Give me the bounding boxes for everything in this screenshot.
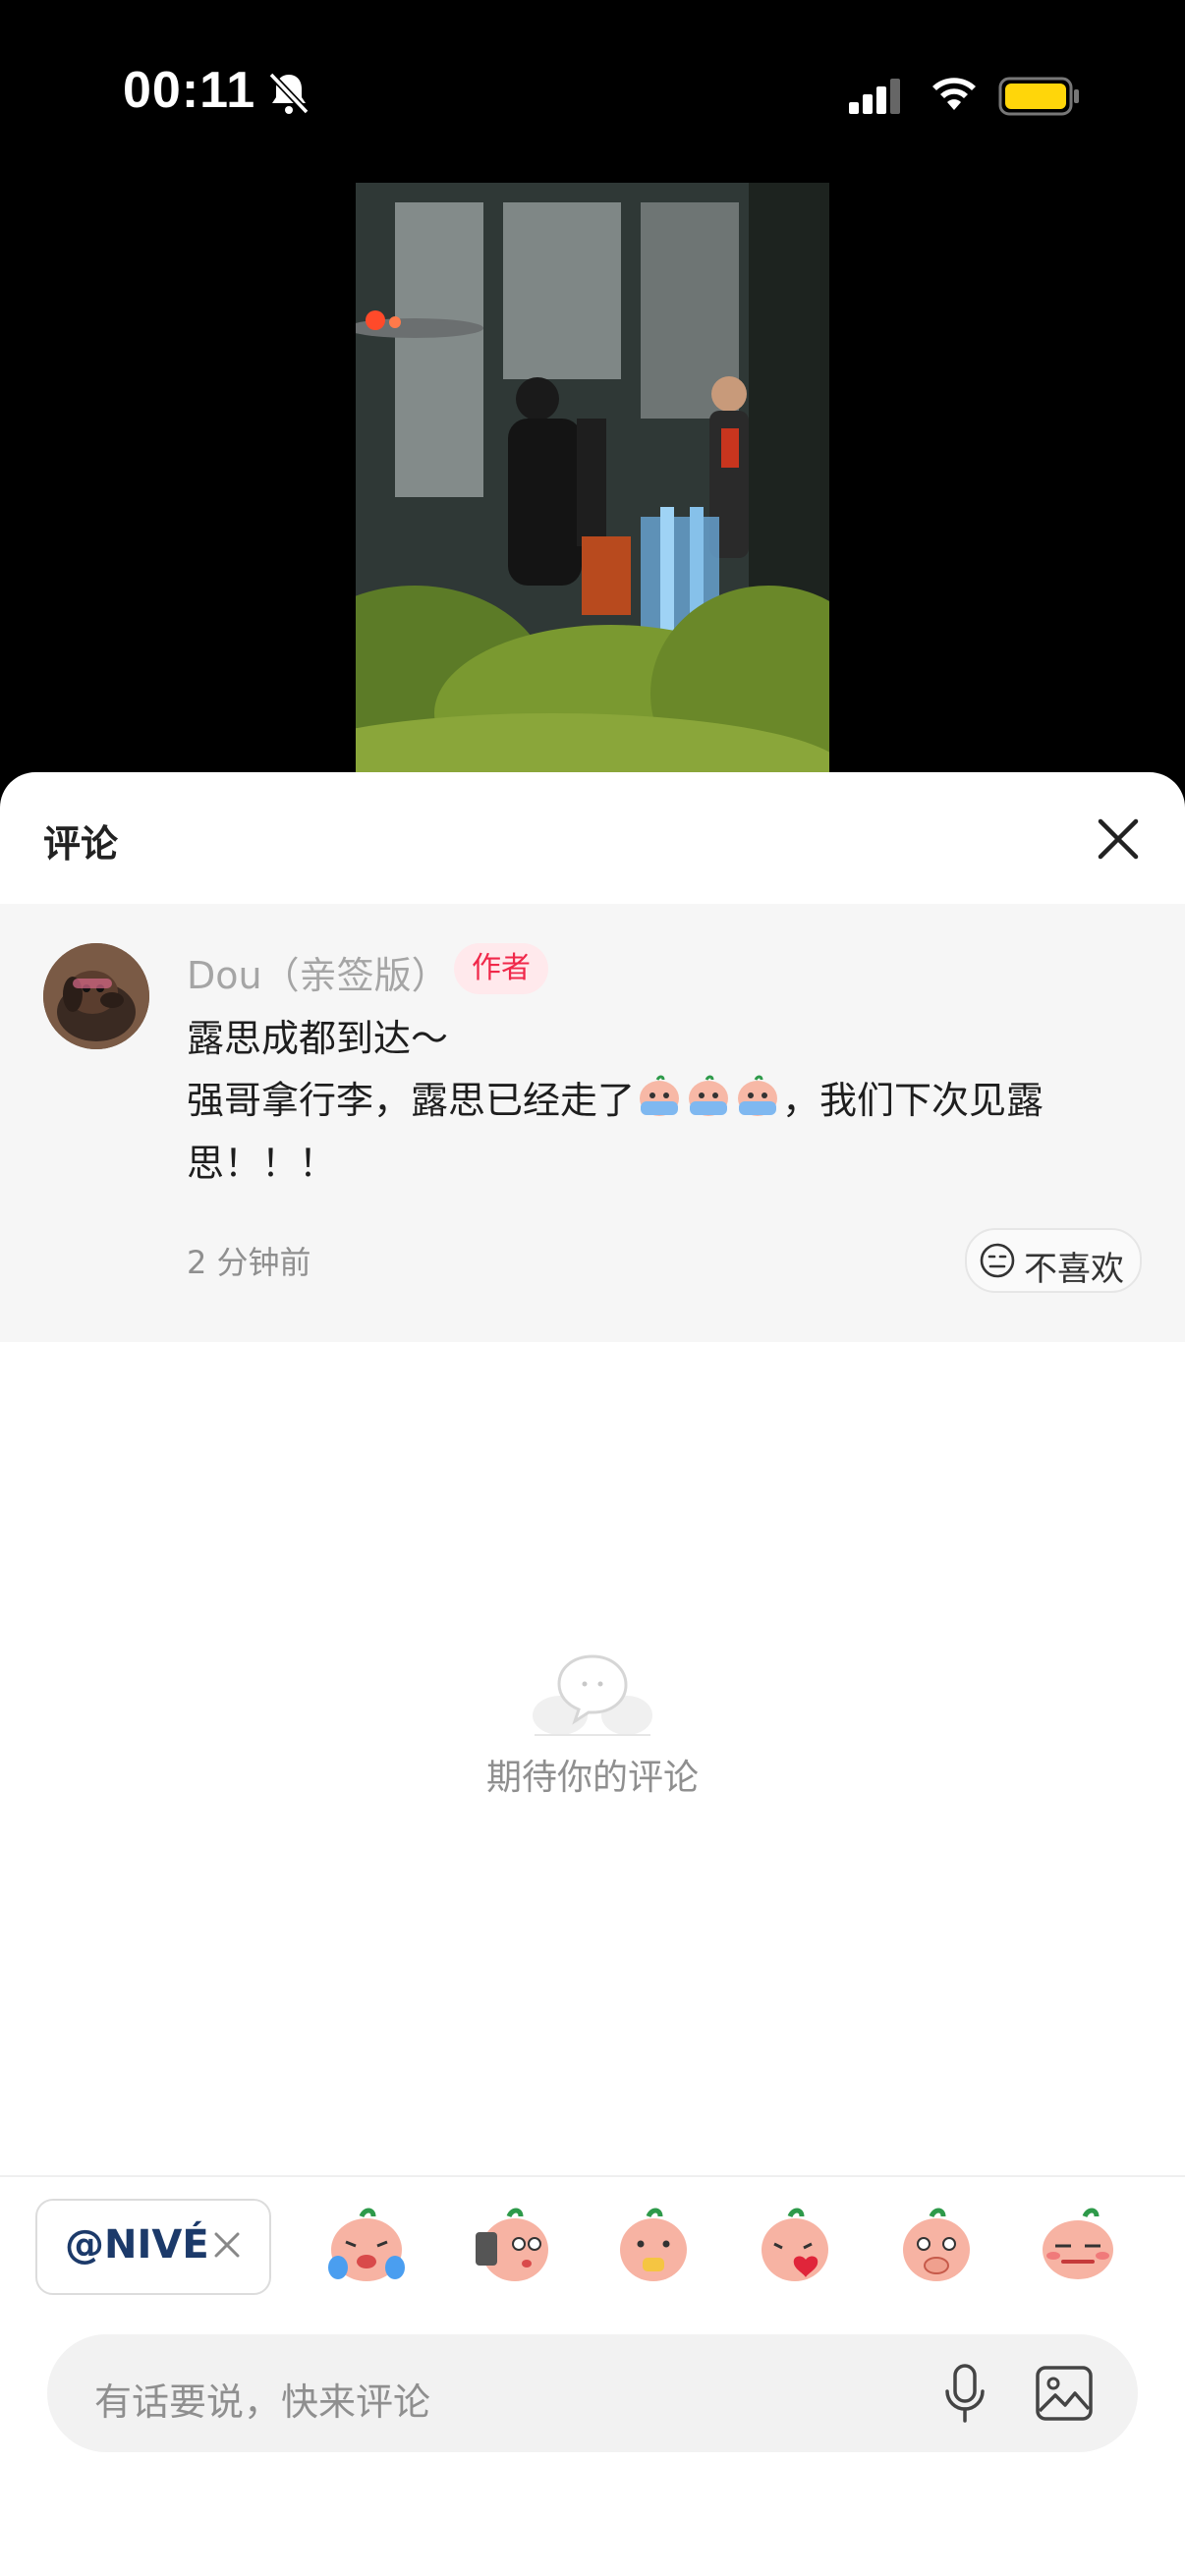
comment-item[interactable]: Dou（亲签版） 作者 露思成都到达～ 强哥拿行李，露思已经走了 ，我们下次见露思… xyxy=(0,904,1185,1342)
crying-emoji-icon xyxy=(689,1075,729,1116)
microphone-icon[interactable] xyxy=(939,2362,990,2425)
comment-input-placeholder: 有话要说，快来评论 xyxy=(94,2380,431,2424)
crying-sticker[interactable] xyxy=(324,2203,409,2287)
dislike-label: 不喜欢 xyxy=(1024,1250,1124,1289)
sheet-title: 评论 xyxy=(43,822,119,866)
bell-muted-icon xyxy=(268,72,310,115)
divider xyxy=(0,2175,1185,2177)
status-time: 00:11 xyxy=(123,62,256,119)
heart-sticker[interactable] xyxy=(753,2203,837,2287)
mention-label: @NIVÉ xyxy=(65,2222,209,2268)
video-scene-image xyxy=(356,183,829,772)
neutral-face-icon xyxy=(980,1243,1015,1278)
author-badge: 作者 xyxy=(454,943,548,994)
comment-sheet: 评论 Dou（亲签版） 作者 露思成都到达～ 强哥拿行李，露思已经走了，我们下 xyxy=(0,772,1185,2576)
author-name[interactable]: Dou（亲签版） xyxy=(187,945,449,999)
mention-chip[interactable]: @NIVÉ xyxy=(35,2199,271,2295)
sleepy-sticker[interactable] xyxy=(1036,2203,1120,2287)
dog-avatar-image xyxy=(43,943,149,1049)
comment-text: 强哥拿行李，露思已经走了 ，我们下次见露思！！！ xyxy=(187,1069,1140,1195)
sheet-header: 评论 xyxy=(0,772,1185,904)
comment-text-part1: 强哥拿行李，露思已经走了 xyxy=(187,1079,636,1122)
shy-sticker[interactable] xyxy=(894,2203,979,2287)
signal-icon xyxy=(849,79,900,114)
phone-sticker[interactable] xyxy=(470,2203,554,2287)
chat-bubble-icon xyxy=(533,1654,652,1736)
video-player[interactable] xyxy=(356,183,829,772)
empty-state: 期待你的评论 xyxy=(0,1654,1185,1798)
crying-emoji-icon xyxy=(640,1075,680,1116)
close-button[interactable] xyxy=(1091,812,1146,867)
close-icon[interactable] xyxy=(210,2228,244,2262)
status-bar: 00:11 xyxy=(0,0,1185,187)
comment-text-line1: 露思成都到达～ xyxy=(187,1017,449,1060)
crying-emoji-icon xyxy=(738,1075,778,1116)
battery-icon xyxy=(998,77,1079,116)
comment-input[interactable]: 有话要说，快来评论 xyxy=(47,2334,1138,2452)
close-icon xyxy=(1098,818,1139,860)
dislike-button[interactable]: 不喜欢 xyxy=(965,1228,1142,1293)
image-icon[interactable] xyxy=(1034,2364,1095,2423)
empty-state-text: 期待你的评论 xyxy=(485,1758,699,1798)
avatar[interactable] xyxy=(43,943,149,1049)
eating-sticker[interactable] xyxy=(611,2203,696,2287)
comment-timestamp: 2 分钟前 xyxy=(187,1244,311,1281)
wifi-icon xyxy=(932,78,976,110)
